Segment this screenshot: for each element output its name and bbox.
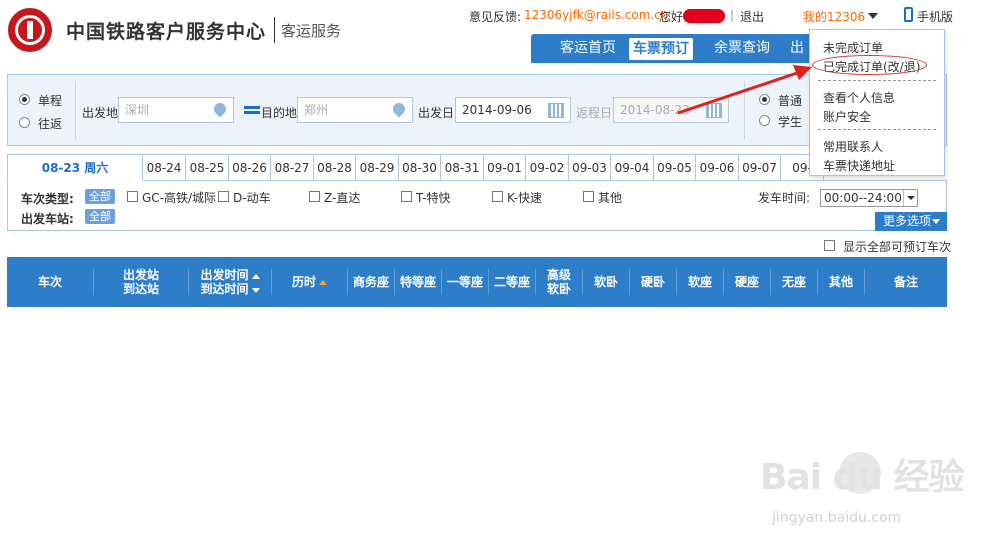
annotation-arrow	[677, 65, 812, 115]
